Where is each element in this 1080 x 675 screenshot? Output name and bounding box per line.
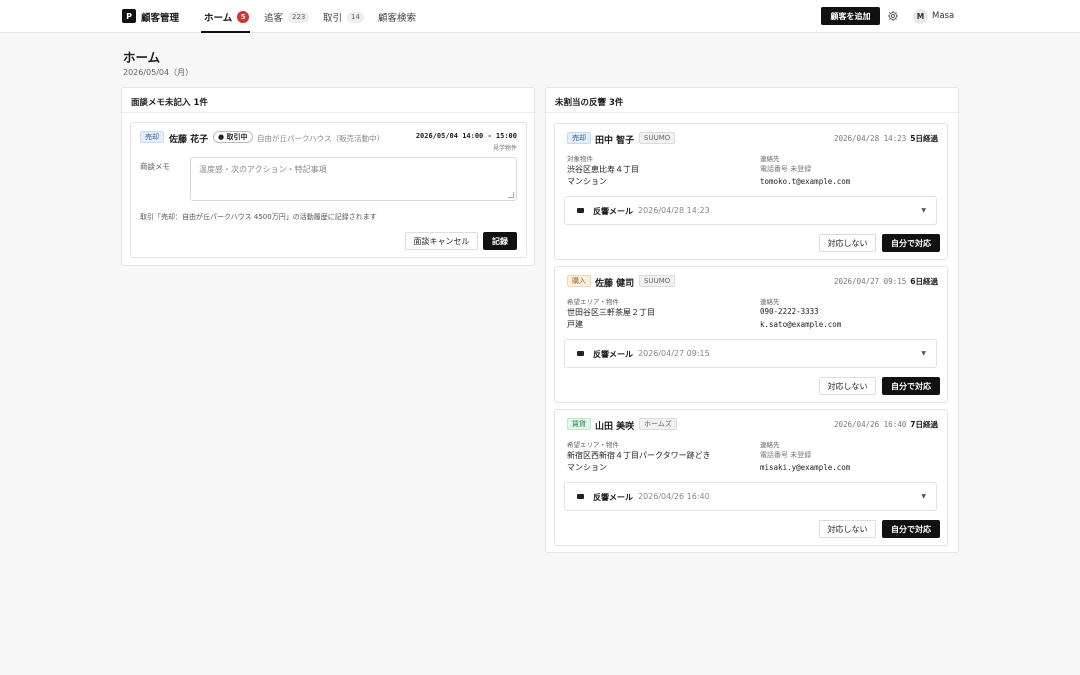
contact-label: 連絡先 bbox=[760, 441, 780, 449]
gear-icon[interactable] bbox=[887, 10, 899, 22]
resize-handle[interactable] bbox=[508, 192, 514, 198]
tab-home-badge: 5 bbox=[237, 11, 250, 23]
response-card: 売却 田中 智子 SUUMO 2026/04/28 14:23 5日経過 対象物… bbox=[554, 123, 948, 260]
mail-label: 反響メール bbox=[593, 207, 633, 216]
response-card: 購入 佐藤 健司 SUUMO 2026/04/27 09:15 6日経過 希望エ… bbox=[554, 266, 948, 403]
tab-customer-search[interactable]: 顧客検索 bbox=[378, 10, 416, 24]
elapsed-days: 5日経過 bbox=[910, 134, 938, 143]
source-badge: SUUMO bbox=[639, 132, 676, 144]
top-navigation-bar: P 顧客管理 ホーム 5 追客 223 取引 14 顧客検索 顧客を追加 M M… bbox=[0, 0, 1080, 33]
contact-email[interactable]: k.sato@example.com bbox=[760, 320, 841, 329]
decline-button[interactable]: 対応しない bbox=[819, 234, 876, 252]
elapsed-days: 6日経過 bbox=[910, 277, 938, 286]
elapsed-days: 7日経過 bbox=[910, 420, 938, 429]
decline-button[interactable]: 対応しない bbox=[819, 377, 876, 395]
meeting-type: 見学物件 bbox=[492, 145, 517, 152]
memo-placeholder: 温度感・次のアクション・特記事項 bbox=[199, 165, 327, 174]
received-datetime: 2026/04/26 16:40 bbox=[834, 420, 907, 429]
response-card: 賃貸 山田 美咲 ホームズ 2026/04/26 16:40 7日経過 希望エリ… bbox=[554, 409, 948, 546]
record-button[interactable]: 記録 bbox=[483, 232, 517, 250]
tab-follow-up-label: 追客 bbox=[264, 13, 284, 24]
self-handle-button[interactable]: 自分で対応 bbox=[882, 234, 940, 252]
memo-card: 売却 佐藤 花子 ● 取引中 自由が丘パークハウス（販売活動中） 2026/05… bbox=[130, 122, 527, 258]
memo-label: 商談メモ bbox=[140, 162, 170, 171]
mail-icon bbox=[577, 494, 584, 499]
meeting-datetime: 2026/05/04 14:00 - 15:00 bbox=[415, 132, 517, 140]
property-area: 渋谷区恵比寿４丁目 bbox=[567, 165, 639, 174]
area-label: 希望エリア・物件 bbox=[567, 441, 619, 449]
response-mail-row[interactable]: 反響メール 2026/04/27 09:15 ▼ bbox=[564, 339, 937, 368]
customer-name[interactable]: 佐藤 健司 bbox=[595, 276, 634, 289]
contact-label: 連絡先 bbox=[760, 155, 780, 163]
mail-label: 反響メール bbox=[593, 493, 633, 502]
property-type: マンション bbox=[567, 463, 607, 472]
desired-area: 世田谷区三軒茶屋２丁目 bbox=[567, 308, 655, 317]
mail-date: 2026/04/26 16:40 bbox=[638, 492, 710, 501]
tab-deals-count: 14 bbox=[347, 11, 364, 23]
source-badge: SUUMO bbox=[639, 275, 676, 287]
mail-icon bbox=[577, 351, 584, 356]
tab-follow-up[interactable]: 追客 223 bbox=[264, 10, 310, 24]
deal-type-tag: 売却 bbox=[140, 131, 164, 143]
area-label: 希望エリア・物件 bbox=[567, 298, 619, 306]
unassigned-responses-panel-title: 未割当の反響 3件 bbox=[546, 88, 958, 113]
record-note: 取引「売却：自由が丘パークハウス 4500万円」の活動履歴に記録されます bbox=[140, 213, 377, 221]
chevron-down-icon[interactable]: ▼ bbox=[921, 350, 926, 357]
deal-type-tag: 賃貸 bbox=[567, 418, 591, 430]
app-logo[interactable]: P bbox=[122, 9, 136, 23]
decline-button[interactable]: 対応しない bbox=[819, 520, 876, 538]
received-datetime: 2026/04/27 09:15 bbox=[834, 277, 907, 286]
received-datetime: 2026/04/28 14:23 bbox=[834, 134, 907, 143]
status-badge: ● 取引中 bbox=[213, 131, 253, 143]
tab-home-label: ホーム bbox=[204, 13, 233, 24]
contact-email[interactable]: misaki.y@example.com bbox=[760, 463, 850, 472]
memo-pending-panel: 面談メモ未記入 1件 売却 佐藤 花子 ● 取引中 自由が丘パークハウス（販売活… bbox=[121, 87, 535, 266]
avatar[interactable]: M bbox=[913, 9, 928, 24]
contact-phone: 電話番号 未登録 bbox=[760, 451, 812, 459]
tab-follow-up-count: 223 bbox=[288, 11, 310, 23]
user-name[interactable]: Masa bbox=[932, 11, 954, 21]
property-type: マンション bbox=[567, 177, 607, 186]
cancel-meeting-button[interactable]: 面談キャンセル bbox=[405, 232, 478, 250]
tab-customer-search-label: 顧客検索 bbox=[378, 13, 417, 24]
deal-type-tag: 購入 bbox=[567, 275, 591, 287]
chevron-down-icon[interactable]: ▼ bbox=[921, 207, 926, 214]
response-mail-row[interactable]: 反響メール 2026/04/28 14:23 ▼ bbox=[564, 196, 937, 225]
deal-type-tag: 売却 bbox=[567, 132, 591, 144]
source-badge: ホームズ bbox=[639, 418, 677, 430]
mail-label: 反響メール bbox=[593, 350, 633, 359]
page-date: 2026/05/04（月） bbox=[123, 68, 194, 77]
customer-name[interactable]: 山田 美咲 bbox=[595, 419, 634, 432]
property-type: 戸建 bbox=[567, 320, 583, 329]
app-title[interactable]: 顧客管理 bbox=[141, 10, 179, 24]
mail-icon bbox=[577, 208, 584, 213]
customer-name[interactable]: 田中 智子 bbox=[595, 133, 634, 146]
memo-textarea[interactable]: 温度感・次のアクション・特記事項 bbox=[190, 157, 517, 201]
contact-label: 連絡先 bbox=[760, 298, 780, 306]
contact-email[interactable]: tomoko.t@example.com bbox=[760, 177, 850, 186]
self-handle-button[interactable]: 自分で対応 bbox=[882, 520, 940, 538]
property-label: 対象物件 bbox=[567, 155, 593, 163]
desired-area: 新宿区西新宿４丁目パークタワー跡どき bbox=[567, 451, 711, 460]
unassigned-responses-panel: 未割当の反響 3件 売却 田中 智子 SUUMO 2026/04/28 14:2… bbox=[545, 87, 959, 553]
chevron-down-icon[interactable]: ▼ bbox=[921, 493, 926, 500]
customer-name[interactable]: 佐藤 花子 bbox=[169, 132, 208, 145]
tab-deals-label: 取引 bbox=[323, 13, 343, 24]
page-title: ホーム bbox=[123, 50, 161, 65]
memo-pending-panel-title: 面談メモ未記入 1件 bbox=[122, 88, 534, 113]
contact-phone: 電話番号 未登録 bbox=[760, 165, 812, 173]
contact-phone[interactable]: 090-2222-3333 bbox=[760, 307, 819, 316]
add-customer-button[interactable]: 顧客を追加 bbox=[821, 7, 880, 25]
property-name[interactable]: 自由が丘パークハウス（販売活動中） bbox=[257, 133, 384, 144]
mail-date: 2026/04/28 14:23 bbox=[638, 206, 710, 215]
response-mail-row[interactable]: 反響メール 2026/04/26 16:40 ▼ bbox=[564, 482, 937, 511]
self-handle-button[interactable]: 自分で対応 bbox=[882, 377, 940, 395]
mail-date: 2026/04/27 09:15 bbox=[638, 349, 710, 358]
tab-home[interactable]: ホーム 5 bbox=[204, 10, 250, 24]
active-tab-indicator bbox=[201, 31, 250, 33]
tab-deals[interactable]: 取引 14 bbox=[323, 10, 364, 24]
